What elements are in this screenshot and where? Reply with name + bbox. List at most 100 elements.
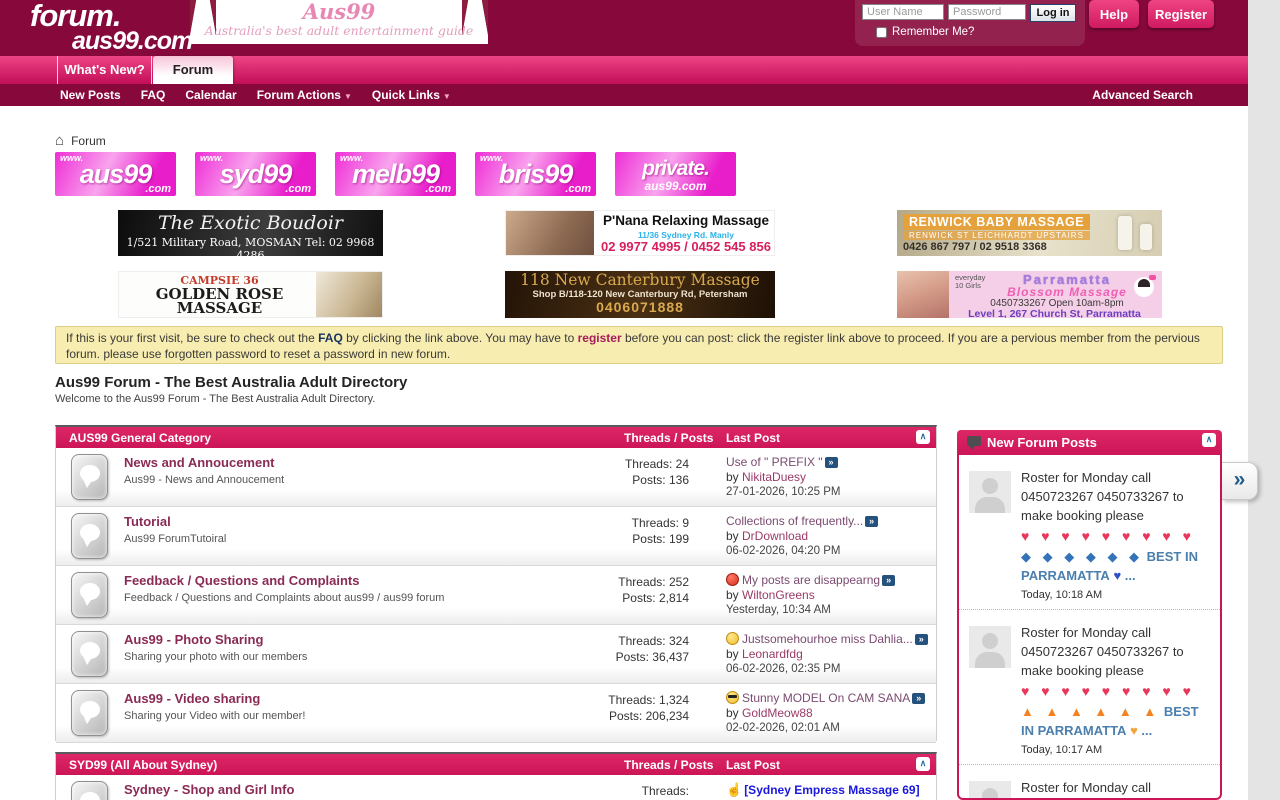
sidebar-expand-button[interactable]: » <box>1222 462 1258 500</box>
forum-title-link[interactable]: Aus99 - Video sharing <box>124 691 260 706</box>
forum-title-link[interactable]: Tutorial <box>124 514 171 529</box>
avatar[interactable] <box>969 626 1011 668</box>
last-post-title-link[interactable]: Stunny MODEL On CAM SANA <box>742 691 910 705</box>
faq-link[interactable]: FAQ <box>318 331 343 345</box>
breadcrumb-forum[interactable]: Forum <box>71 134 106 148</box>
last-post-title-link[interactable]: [Sydney Empress Massage 69] <box>744 783 919 797</box>
collapse-icon[interactable] <box>916 430 930 444</box>
orange-heart-icon: ♥ <box>1130 723 1138 738</box>
ad-exotic-boudoir[interactable]: The Exotic Boudoir 1/521 Military Road, … <box>118 210 383 256</box>
nav-calendar[interactable]: Calendar <box>185 88 236 102</box>
last-post-title-link[interactable]: Collections of frequently... <box>726 514 863 528</box>
banner-aus99[interactable]: www. aus99 .com <box>55 152 176 196</box>
sidebar-post-title-link[interactable]: Roster for Monday call 0450723267 045073… <box>1021 468 1210 585</box>
diamond-emoji-row: ◆ ◆ ◆ ◆ ◆ ◆ <box>1021 549 1143 564</box>
logo-line2: aus99.com <box>72 29 192 54</box>
register-link[interactable]: register <box>578 331 622 345</box>
go-to-last-post-icon[interactable] <box>865 516 878 527</box>
last-post-title-link[interactable]: Use of " PREFIX " <box>726 455 823 469</box>
avatar[interactable] <box>969 471 1011 513</box>
forum-status-icon <box>71 572 108 618</box>
ad-golden-rose-massage[interactable]: CAMPSIE 36 GOLDEN ROSE MASSAGE 36 NORTH … <box>118 271 383 318</box>
go-to-last-post-icon[interactable] <box>825 457 838 468</box>
last-post-cell: Collections of frequently... by DrDownlo… <box>726 514 931 559</box>
remember-me-checkbox[interactable] <box>876 27 887 38</box>
tab-forum[interactable]: Forum <box>153 56 233 84</box>
last-post-date: 02-02-2026, 02:01 AM <box>726 721 931 736</box>
collapse-icon[interactable] <box>916 757 930 771</box>
smiley-icon <box>726 632 739 645</box>
help-button[interactable]: Help <box>1089 0 1139 28</box>
category-aus99-general: AUS99 General Category Threads / Posts L… <box>55 425 937 741</box>
fire-emoji-row: ▲ ▲ ▲ ▲ ▲ ▲ <box>1021 704 1160 719</box>
ad-renwick-massage[interactable]: RENWICK BABY MASSAGE RENWICK ST LEICHHAR… <box>897 210 1162 256</box>
category-name[interactable]: SYD99 (All About Sydney) <box>69 758 217 772</box>
forum-row-sydney-shop: Sydney - Shop and Girl Info Talk about S… <box>56 775 936 800</box>
last-post-user-link[interactable]: GoldMeow88 <box>742 706 813 720</box>
last-post-user-link[interactable]: DrDownload <box>742 529 808 543</box>
last-post-title-link[interactable]: Justsomehourhoe miss Dahlia... <box>742 632 913 646</box>
threads-count: Threads: <box>556 783 689 799</box>
forum-status-icon <box>71 631 108 677</box>
banner-syd99[interactable]: www. syd99 .com <box>195 152 316 196</box>
password-input[interactable] <box>948 4 1026 20</box>
go-to-last-post-icon[interactable] <box>912 693 925 704</box>
sidebar-post-title-link[interactable]: Roster for Monday call 0450723267 045073… <box>1021 778 1210 800</box>
ad-photo <box>506 211 594 256</box>
advanced-search-link[interactable]: Advanced Search <box>1092 88 1193 102</box>
ad-canterbury-massage[interactable]: 118 New Canterbury Massage Shop B/118-12… <box>505 271 775 318</box>
forum-title-link[interactable]: Feedback / Questions and Complaints <box>124 573 360 588</box>
forum-description: Sharing your photo with our members <box>124 651 307 663</box>
collapse-icon[interactable] <box>1202 433 1216 447</box>
banner-bris99[interactable]: www. bris99 .com <box>475 152 596 196</box>
home-icon[interactable] <box>55 132 64 149</box>
nav-faq[interactable]: FAQ <box>141 88 166 102</box>
forum-stats: Threads: 24 Posts: 136 <box>556 456 689 488</box>
last-post-date: 27-01-2026, 10:25 PM <box>726 485 931 500</box>
header-banner[interactable]: Aus99 Australia's best adult entertainme… <box>190 0 488 44</box>
page-subtitle: Welcome to the Aus99 Forum - The Best Au… <box>55 393 375 405</box>
nav-forum-actions[interactable]: Forum Actions▼ <box>257 88 352 102</box>
ad-blossom-massage[interactable]: everyday 10 Girls Parramatta Blossom Mas… <box>897 271 1162 318</box>
first-visit-notice: If this is your first visit, be sure to … <box>55 326 1223 364</box>
forum-title-link[interactable]: Aus99 - Photo Sharing <box>124 632 263 647</box>
speech-bubble-icon <box>967 436 981 446</box>
last-post-title-link[interactable]: My posts are disappearng <box>742 573 880 587</box>
site-logo[interactable]: forum. aus99.com <box>30 0 192 54</box>
posts-count: Posts: 36,437 <box>556 649 689 665</box>
forum-title-link[interactable]: News and Annoucement <box>124 455 274 470</box>
banner-title: Aus99 <box>190 0 488 24</box>
thumbs-up-icon <box>726 782 742 798</box>
sidebar-post: Roster for Monday call 0450723267 045073… <box>959 609 1220 764</box>
go-to-last-post-icon[interactable] <box>915 634 928 645</box>
banner-private-aus99[interactable]: private. aus99.com <box>615 152 736 196</box>
threads-count: Threads: 9 <box>556 515 689 531</box>
remember-me[interactable]: Remember Me? <box>876 26 974 38</box>
register-button[interactable]: Register <box>1148 0 1214 28</box>
sidebar-post-title-link[interactable]: Roster for Monday call 0450723267 045073… <box>1021 623 1210 740</box>
login-button[interactable]: Log in <box>1030 4 1076 22</box>
hearts-emoji-row: ♥ ♥ ♥ ♥ ♥ ♥ ♥ ♥ ♥ <box>1021 680 1210 702</box>
post-time: Today, 10:17 AM <box>1021 744 1210 756</box>
last-post-user-link[interactable]: NikitaDuesy <box>742 470 806 484</box>
nav-quick-links[interactable]: Quick Links▼ <box>372 88 451 102</box>
last-post-user-link[interactable]: WiltonGreens <box>742 588 815 602</box>
avatar[interactable] <box>969 781 1011 800</box>
forum-row-tutorial: Tutorial Aus99 ForumTutoiral Threads: 9 … <box>56 507 936 566</box>
forum-title-link[interactable]: Sydney - Shop and Girl Info <box>124 782 294 797</box>
tab-whats-new[interactable]: What's New? <box>57 56 152 84</box>
page: forum. aus99.com Aus99 Australia's best … <box>0 0 1280 800</box>
posts-count: Posts: 199 <box>556 531 689 547</box>
last-post-user-link[interactable]: Leonardfdg <box>742 647 803 661</box>
nav-new-posts[interactable]: New Posts <box>60 88 121 102</box>
category-name[interactable]: AUS99 General Category <box>69 431 211 445</box>
ad-pnana-massage[interactable]: P'Nana Relaxing Massage 11/36 Sydney Rd.… <box>505 210 775 256</box>
column-threads-posts: Threads / Posts <box>624 431 713 445</box>
forum-description: Feedback / Questions and Complaints abou… <box>124 592 444 604</box>
widget-body: Roster for Monday call 0450723267 045073… <box>957 455 1222 800</box>
go-to-last-post-icon[interactable] <box>882 575 895 586</box>
sidebar-post: Roster for Monday call 0450723267 045073… <box>959 455 1220 609</box>
last-post-date: 06-02-2026, 02:35 PM <box>726 662 931 677</box>
username-input[interactable] <box>862 4 944 20</box>
banner-melb99[interactable]: www. melb99 .com <box>335 152 456 196</box>
